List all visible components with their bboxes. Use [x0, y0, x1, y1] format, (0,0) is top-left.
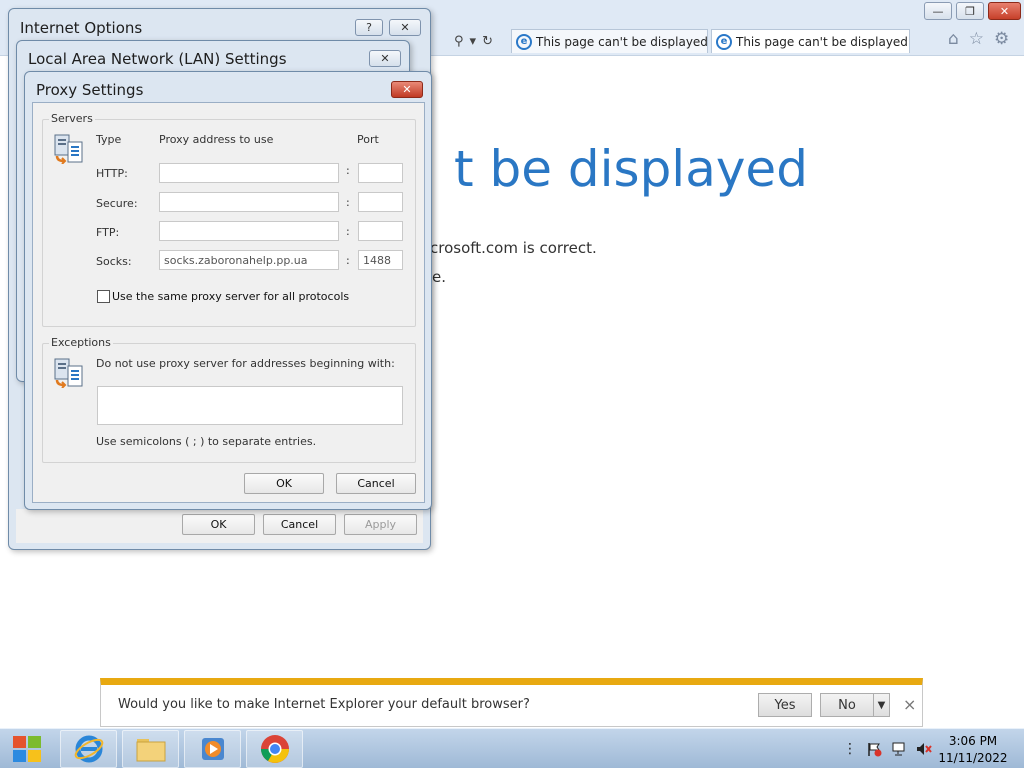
secure-port-input[interactable] [358, 192, 403, 212]
secure-address-input[interactable] [159, 192, 339, 212]
proxy-exceptions-icon [54, 358, 83, 388]
taskbar-media-player[interactable] [184, 730, 241, 768]
chevron-down-icon[interactable]: ▼ [873, 693, 890, 717]
exceptions-textarea[interactable] [97, 386, 403, 425]
colon: : [346, 254, 350, 267]
colon: : [346, 225, 350, 238]
tab-label: This page can't be displayed [536, 34, 708, 49]
dialog-title: Internet Options [20, 19, 143, 37]
tab-2[interactable]: e This page can't be displayed × [711, 29, 910, 53]
media-player-icon [201, 738, 224, 760]
home-icon[interactable]: ⌂ [948, 29, 959, 49]
search-icon[interactable]: ⚲ [454, 34, 464, 49]
http-address-input[interactable] [159, 163, 339, 183]
favorites-icon[interactable]: ☆ [969, 29, 984, 49]
cancel-button[interactable]: Cancel [263, 514, 336, 535]
http-label: HTTP: [96, 167, 128, 180]
secure-label: Secure: [96, 197, 138, 210]
folder-icon [136, 739, 165, 762]
dialog-client-area: Servers Type Proxy address to use Port H… [32, 102, 425, 503]
ok-button[interactable]: OK [182, 514, 255, 535]
taskbar-internet-explorer[interactable] [60, 730, 117, 768]
error-line-1: crosoft.com is correct. [430, 239, 597, 257]
exceptions-instruction: Do not use proxy server for addresses be… [96, 357, 395, 370]
apply-button[interactable]: Apply [344, 514, 417, 535]
taskbar: ⋮ 3:06 PM 11/11/2022 [0, 728, 1024, 768]
ftp-label: FTP: [96, 226, 120, 239]
error-title: t be displayed [454, 140, 808, 198]
action-center-icon[interactable] [864, 730, 884, 768]
ie-icon [74, 735, 103, 763]
socks-address-input[interactable]: socks.zaboronahelp.pp.ua [159, 250, 339, 270]
taskbar-chrome[interactable] [246, 730, 303, 768]
tab-label: This page can't be displayed [736, 34, 908, 49]
notification-text: Would you like to make Internet Explorer… [118, 697, 530, 712]
browser-close-button[interactable]: ✕ [988, 2, 1021, 20]
proxy-settings-dialog: Proxy Settings ✕ Servers Type Proxy addr… [24, 71, 432, 510]
ie-page-icon: e [716, 33, 732, 50]
ftp-address-input[interactable] [159, 221, 339, 241]
cancel-button[interactable]: Cancel [336, 473, 416, 494]
clock-date[interactable]: 11/11/2022 [938, 751, 1008, 765]
ie-page-icon: e [516, 33, 532, 50]
gear-icon[interactable]: ⚙ [994, 29, 1009, 49]
servers-group: Servers Type Proxy address to use Port H… [42, 112, 416, 327]
colon: : [346, 196, 350, 209]
colon: : [346, 164, 350, 177]
dialog-title: Local Area Network (LAN) Settings [28, 50, 287, 68]
group-label: Exceptions [49, 336, 113, 349]
same-proxy-label[interactable]: Use the same proxy server for all protoc… [112, 290, 349, 303]
network-monitor-icon [892, 742, 905, 756]
chrome-icon [260, 735, 289, 763]
socks-label: Socks: [96, 255, 132, 268]
col-port-label: Port [357, 133, 379, 146]
default-browser-notification: Would you like to make Internet Explorer… [100, 678, 923, 727]
speaker-muted-icon [917, 743, 932, 755]
exceptions-hint: Use semicolons ( ; ) to separate entries… [96, 435, 317, 448]
close-button[interactable]: ✕ [391, 81, 423, 98]
yes-button[interactable]: Yes [758, 693, 812, 717]
group-label: Servers [49, 112, 95, 125]
flag-icon [868, 743, 882, 757]
col-type-label: Type [96, 133, 122, 146]
chevron-down-icon[interactable]: ▾ [470, 34, 477, 49]
ftp-port-input[interactable] [358, 221, 403, 241]
start-button[interactable] [2, 730, 52, 768]
taskbar-file-explorer[interactable] [122, 730, 179, 768]
network-icon[interactable] [889, 730, 909, 768]
tab-1[interactable]: e This page can't be displayed [511, 29, 708, 53]
browser-toolbar: ⌂ ☆ ⚙ [948, 28, 1020, 50]
show-hidden-icons[interactable]: ⋮ [843, 730, 857, 768]
help-button[interactable]: ? [355, 19, 383, 36]
volume-icon[interactable] [913, 730, 935, 768]
col-address-label: Proxy address to use [159, 133, 274, 146]
proxy-servers-icon [54, 134, 83, 164]
dialog-title: Proxy Settings [36, 81, 144, 99]
socks-port-input[interactable]: 1488 [358, 250, 403, 270]
notification-close-icon[interactable]: × [903, 695, 916, 714]
close-button[interactable]: ✕ [389, 19, 421, 36]
minimize-button[interactable]: — [924, 2, 952, 20]
error-line-2: e. [432, 268, 446, 286]
clock-time[interactable]: 3:06 PM [938, 734, 1008, 748]
restore-button[interactable]: ❐ [956, 2, 984, 20]
ok-button[interactable]: OK [244, 473, 324, 494]
same-proxy-checkbox[interactable] [97, 290, 110, 303]
exceptions-group: Exceptions Do not use proxy server for a… [42, 336, 416, 463]
windows-logo-icon [13, 736, 41, 762]
refresh-icon[interactable]: ↻ [482, 34, 493, 49]
close-button[interactable]: ✕ [369, 50, 401, 67]
address-bar-controls: ⚲ ▾ ↻ [430, 31, 508, 51]
http-port-input[interactable] [358, 163, 403, 183]
no-button[interactable]: No [820, 693, 874, 717]
